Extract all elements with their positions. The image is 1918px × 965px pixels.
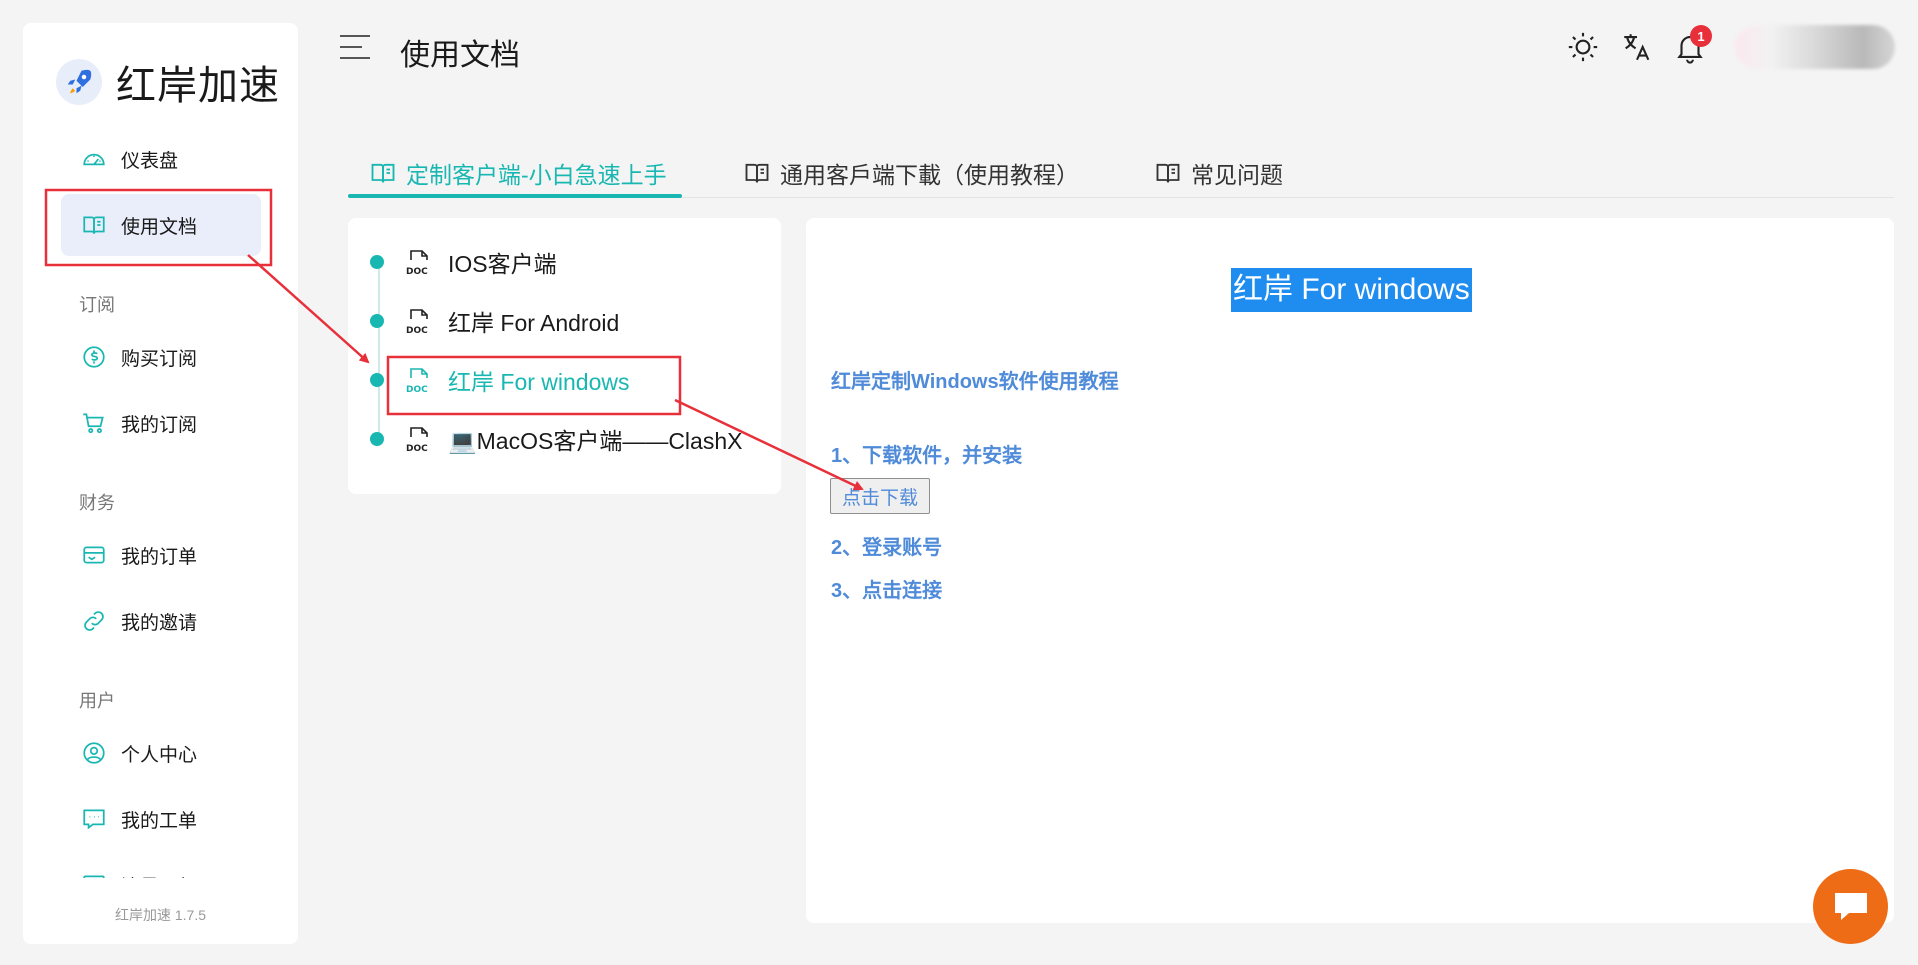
page-title: 使用文档 [400, 39, 520, 72]
svg-text:DOC: DOC [406, 326, 428, 335]
chat-icon [83, 809, 105, 830]
tab-faq[interactable]: 常见问题 [1153, 148, 1283, 198]
timeline-dot [370, 373, 384, 387]
sidebar-item-label: 仪表盘 [121, 150, 179, 172]
doc-tabs: 定制客户端-小白急速上手 通用客戶端下載（使用教程） 常见问题 [348, 148, 1894, 198]
doc-step-3: 3、点击连接 [831, 580, 943, 602]
tab-generic-client[interactable]: 通用客戶端下載（使用教程） [742, 148, 1079, 198]
sidebar-item-label: 个人中心 [121, 744, 198, 766]
app-name: 红岸加速 [116, 64, 280, 108]
chat-support-button[interactable] [1813, 869, 1888, 944]
sidebar: 红岸加速 仪表盘 使用文档 订阅 购买订阅 我的订阅 财务 我的订单 我的邀请 … [23, 23, 298, 944]
dollar-icon [83, 346, 105, 368]
doc-item-label: 红岸 For Android [448, 310, 620, 336]
dashboard-icon [83, 153, 105, 166]
doc-title: 红岸 For windows [1231, 268, 1472, 312]
user-menu-avatar[interactable] [1735, 25, 1895, 69]
svg-text:DOC: DOC [406, 267, 428, 276]
timeline-dot [370, 432, 384, 446]
doc-file-icon: DOC [406, 427, 428, 453]
download-button[interactable]: 点击下载 [830, 478, 930, 514]
doc-file-icon: DOC [406, 250, 428, 276]
timeline-dot [370, 255, 384, 269]
book-icon [745, 163, 769, 183]
sidebar-item-label: 我的订阅 [121, 414, 198, 436]
doc-list: DOC IOS客户端 DOC 红岸 For Android DOC 红岸 For… [348, 218, 781, 494]
translate-icon[interactable] [1620, 30, 1654, 64]
rocket-icon [56, 59, 102, 105]
sidebar-item-docs[interactable]: 使用文档 [61, 194, 261, 256]
doc-step-1: 1、下载软件，并安装 [831, 445, 1023, 467]
tab-label: 常见问题 [1191, 162, 1283, 188]
book-icon [83, 216, 105, 234]
doc-item-macos[interactable]: DOC 💻MacOS客户端——ClashX [370, 419, 742, 459]
sidebar-item-my-invites[interactable]: 我的邀请 [61, 590, 261, 652]
doc-item-android[interactable]: DOC 红岸 For Android [370, 301, 619, 341]
doc-item-label: IOS客户端 [448, 251, 557, 277]
doc-file-icon: DOC [406, 309, 428, 335]
tab-label: 通用客戶端下載（使用教程） [780, 162, 1079, 188]
timeline-dot [370, 314, 384, 328]
nav-group-subscribe: 订阅 [79, 295, 115, 315]
sidebar-item-label: 我的邀请 [121, 612, 198, 634]
menu-toggle-icon[interactable] [338, 32, 372, 62]
svg-text:DOC: DOC [406, 385, 428, 394]
sidebar-item-label: 我的工单 [121, 810, 198, 832]
book-icon [371, 163, 395, 183]
doc-item-label: 红岸 For windows [448, 369, 630, 395]
cart-icon [83, 413, 104, 434]
doc-content: 红岸 For windows 红岸定制Windows软件使用教程 1、下载软件，… [806, 218, 1894, 923]
sidebar-item-label: 使用文档 [121, 216, 198, 238]
doc-step-2: 2、登录账号 [831, 537, 943, 559]
app-version: 红岸加速 1.7.5 [114, 907, 207, 923]
tab-custom-client[interactable]: 定制客户端-小白急速上手 [368, 148, 667, 198]
link-icon [84, 611, 104, 631]
active-tab-underline [348, 194, 682, 198]
sidebar-item-my-tickets[interactable]: 我的工单 [61, 788, 261, 850]
user-circle-icon [83, 742, 105, 764]
nav-group-finance: 财务 [79, 493, 115, 513]
doc-item-label: 💻MacOS客户端——ClashX [448, 428, 743, 454]
wallet-icon [83, 546, 105, 564]
svg-text:DOC: DOC [406, 444, 428, 453]
sidebar-item-label: 购买订阅 [121, 348, 198, 370]
app-logo[interactable]: 红岸加速 [56, 53, 280, 111]
nav-group-user: 用户 [79, 691, 115, 711]
doc-item-ios[interactable]: DOC IOS客户端 [370, 242, 557, 282]
sidebar-item-label: 我的订单 [121, 546, 198, 568]
book-icon [1156, 163, 1180, 183]
sidebar-item-my-orders[interactable]: 我的订单 [61, 524, 261, 586]
sidebar-item-dashboard[interactable]: 仪表盘 [61, 128, 261, 190]
sidebar-item-profile[interactable]: 个人中心 [61, 722, 261, 784]
sidebar-item-my-subscription[interactable]: 我的订阅 [61, 392, 261, 454]
notification-badge: 1 [1690, 25, 1712, 47]
speech-bubble-icon [1834, 892, 1867, 920]
sidebar-scroll-fade [23, 878, 298, 900]
doc-file-icon: DOC [406, 368, 428, 394]
doc-subtitle: 红岸定制Windows软件使用教程 [831, 371, 1119, 393]
doc-item-windows[interactable]: DOC 红岸 For windows [370, 360, 629, 400]
timeline-line [378, 263, 380, 438]
sun-icon[interactable] [1566, 30, 1600, 64]
sidebar-item-buy-subscription[interactable]: 购买订阅 [61, 326, 261, 388]
tab-label: 定制客户端-小白急速上手 [406, 162, 667, 188]
